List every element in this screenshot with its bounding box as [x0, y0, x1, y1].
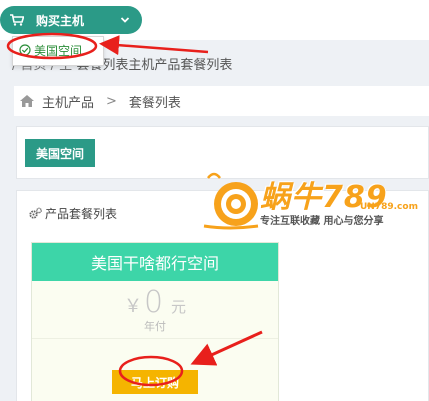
product-list-title: 产品套餐列表 [45, 206, 118, 221]
breadcrumb: 主机产品 > 套餐列表 [14, 86, 429, 116]
breadcrumb-separator: > [106, 93, 117, 109]
product-list-header: 产品套餐列表 [29, 205, 117, 221]
dropdown-item-label: 美国空间 [34, 43, 83, 58]
price-value: 0 [143, 285, 164, 320]
plan-price: ￥ 0 元 年付 [32, 281, 278, 339]
buy-host-label: 购买主机 [36, 13, 85, 28]
order-now-button[interactable]: 马上订购 [112, 370, 198, 394]
category-us-space-button[interactable]: 美国空间 [25, 139, 95, 167]
price-line: ￥ 0 元 [124, 285, 186, 320]
plan-card: 美国干啥都行空间 ￥ 0 元 年付 马上订购 [31, 242, 279, 401]
watermark-slogan: 专注互联收藏 用心与您分享 [260, 216, 384, 227]
price-currency: ￥ [123, 296, 142, 317]
watermark-site: UN789.com [360, 202, 418, 212]
dropdown-item-us-space[interactable]: 美国空间 [19, 41, 82, 59]
cart-icon [10, 14, 25, 26]
price-period: 年付 [144, 320, 166, 333]
gear-icon [29, 207, 42, 220]
annotation-arrow-dropdown [99, 35, 209, 56]
plan-title: 美国干啥都行空间 [32, 243, 278, 281]
snail-logo-icon [203, 172, 259, 230]
buy-host-button[interactable]: 购买主机 [0, 6, 142, 34]
buy-host-dropdown: 美国空间 [12, 36, 104, 66]
price-unit: 元 [171, 298, 187, 316]
check-circle-icon [19, 44, 31, 56]
breadcrumb-item-plan-list: 套餐列表 [128, 95, 181, 111]
chevron-down-icon [120, 14, 130, 24]
page: / 首页 / 主 套餐列表主机产品套餐列表 主机产品 > 套餐列表 美国空间 产… [0, 0, 429, 401]
home-icon[interactable] [20, 95, 34, 107]
breadcrumb-item-host-products[interactable]: 主机产品 [42, 92, 94, 111]
watermark-logo: 蜗牛789 UN789.com 专注互联收藏 用心与您分享 [200, 168, 429, 232]
